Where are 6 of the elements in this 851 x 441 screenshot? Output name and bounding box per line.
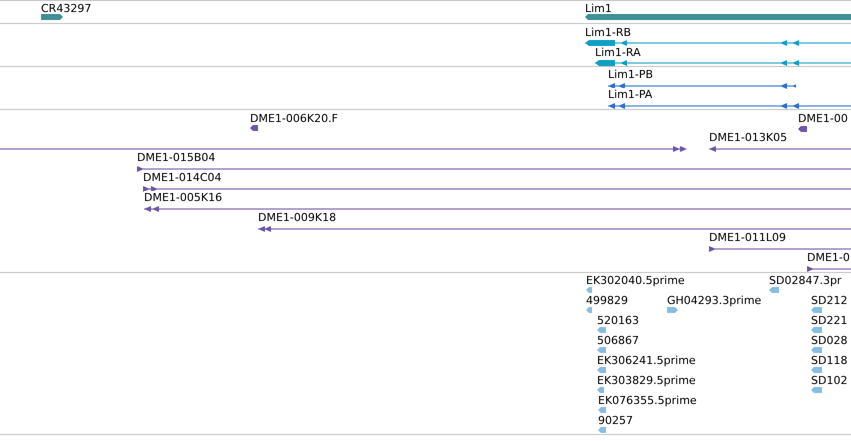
feature-label: GH04293.3prime [667,294,762,308]
feature-label: EK306241.5prime [597,354,696,368]
feature-label: SD02847.3pr [769,274,842,288]
feature-label: EK076355.5prime [598,394,697,408]
feature-label: EK302040.5prime [586,274,685,288]
feature-label: EK303829.5prime [597,374,696,388]
